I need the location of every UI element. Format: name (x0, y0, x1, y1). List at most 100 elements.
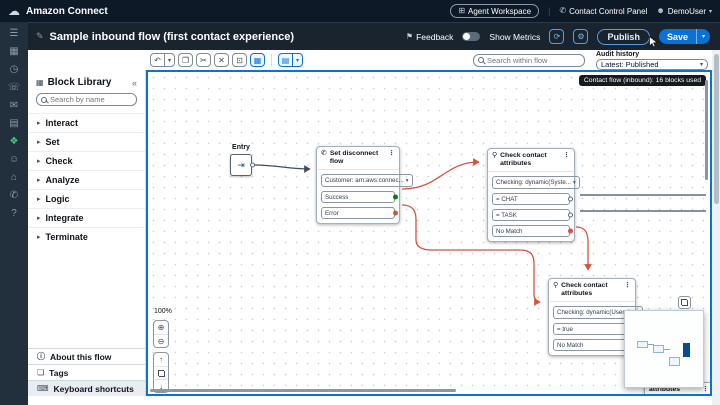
output-no-match[interactable]: No Match (492, 225, 570, 237)
flow-search-input[interactable] (487, 56, 580, 65)
output-error[interactable]: Error (321, 207, 395, 219)
messaging-icon[interactable]: ✉ (10, 101, 18, 111)
check-attributes-icon: ⚲ (553, 282, 558, 290)
flow-toolbar: ↶ ▾ ❐ ✂ ✕ ⊡ ▦ ▤ ▾ Audit history Latest: … (28, 50, 712, 70)
show-metrics-toggle[interactable] (462, 32, 480, 41)
category-analyze[interactable]: ▸Analyze (28, 170, 145, 189)
undo-menu-button[interactable]: ▾ (165, 53, 175, 67)
output-chat[interactable]: = CHAT (492, 193, 570, 205)
check-attributes-icon: ⚲ (492, 152, 497, 160)
flow-search (473, 54, 585, 67)
feedback-button[interactable]: ⚑ Feedback (406, 32, 454, 42)
entry-block[interactable]: Entry ⇥ (224, 144, 258, 176)
category-terminate[interactable]: ▸Terminate (28, 227, 145, 246)
output-task[interactable]: = TASK (492, 209, 570, 221)
output-label: = CHAT (496, 196, 518, 203)
block-body: Customer: arn:aws:connec... ▾ Success Er… (317, 170, 399, 223)
search-icon (478, 57, 484, 63)
help-icon[interactable]: ? (11, 209, 17, 219)
category-interact[interactable]: ▸Interact (28, 113, 145, 132)
layout-button[interactable]: ▤ (278, 53, 293, 67)
output-connector[interactable] (568, 197, 573, 202)
users-icon[interactable]: ☺ (9, 155, 19, 165)
category-integrate[interactable]: ▸Integrate (28, 208, 145, 227)
page-scrollbar-thumb[interactable] (714, 54, 719, 204)
save-button[interactable]: Save (659, 29, 696, 44)
category-label: Terminate (46, 232, 88, 242)
output-success[interactable]: Success (321, 191, 395, 203)
snap-grid-button[interactable]: ▦ (250, 53, 265, 67)
audit-history-select[interactable]: Latest: Published ▾ (596, 59, 708, 70)
edit-title-icon[interactable]: ✎ (36, 31, 44, 42)
about-this-flow-button[interactable]: ⓘAbout this flow (28, 348, 145, 364)
cut-button[interactable]: ✂ (196, 53, 211, 67)
entry-node[interactable]: ⇥ (230, 154, 252, 176)
category-check[interactable]: ▸Check (28, 151, 145, 170)
page-scrollbar[interactable] (712, 50, 720, 405)
zoom-in-icon[interactable]: ⊕ (154, 321, 168, 334)
delete-button[interactable]: ✕ (214, 53, 229, 67)
zoom-out-icon[interactable]: ⊖ (154, 334, 168, 347)
pan-up-icon[interactable]: ↑ (154, 353, 168, 366)
block-parameter-select[interactable]: Checking: dynamic(Syste... ▾ (492, 176, 580, 189)
keyboard-shortcuts-button[interactable]: ⌨Keyboard shortcuts (28, 380, 145, 396)
sync-button[interactable]: ⟳ (549, 29, 564, 44)
canvas-horizontal-scrollbar[interactable] (150, 389, 456, 392)
output-label: = TASK (496, 212, 517, 219)
dashboard-icon[interactable]: ▦ (9, 47, 18, 57)
user-menu[interactable]: ☻ DemoUser ▾ (656, 7, 712, 16)
menu-icon[interactable]: ☰ (10, 29, 19, 39)
publish-button[interactable]: Publish (597, 29, 650, 45)
library-search-input[interactable] (50, 95, 132, 104)
save-menu-button[interactable]: ▾ (696, 29, 710, 44)
canvas-vertical-scrollbar[interactable] (705, 80, 708, 180)
block-parameter-select[interactable]: Customer: arn:aws:connec... ▾ (321, 174, 413, 187)
undo-button[interactable]: ↶ (150, 53, 165, 67)
modules-icon[interactable]: ⌂ (11, 173, 17, 183)
output-label: No Match (557, 342, 583, 349)
app-title: Amazon Connect (26, 6, 108, 17)
collapse-panel-icon[interactable]: « (132, 78, 137, 88)
minimap-block (669, 357, 680, 366)
check-contact-attributes-block-2[interactable]: ⚲ Check contact attributes ⋮ Checking: d… (548, 278, 636, 356)
output-true[interactable]: = true (553, 323, 631, 335)
output-no-match[interactable]: No Match (553, 339, 631, 351)
category-set[interactable]: ▸Set (28, 132, 145, 151)
fit-view-button[interactable]: ⊡ (232, 53, 247, 67)
block-body: Checking: dynamic(Syste... ▾ = CHAT = TA… (488, 172, 574, 241)
tags-button[interactable]: ❏Tags (28, 364, 145, 380)
flows-icon[interactable]: ❖ (10, 137, 19, 147)
agent-workspace-button[interactable]: ⊞ Agent Workspace (450, 4, 539, 18)
output-connector[interactable] (568, 229, 573, 234)
library-icon: ▦ (36, 78, 44, 87)
output-connector[interactable] (393, 195, 398, 200)
output-connector[interactable] (393, 211, 398, 216)
block-menu-icon[interactable]: ⋮ (563, 152, 570, 159)
category-logic[interactable]: ▸Logic (28, 189, 145, 208)
calls-icon[interactable]: ✆ (10, 191, 18, 201)
toolbar-divider (271, 54, 272, 66)
copy-button[interactable]: ❐ (178, 53, 193, 67)
amazon-connect-logo-icon: ☁ (8, 5, 20, 17)
output-connector[interactable] (568, 213, 573, 218)
flow-canvas[interactable]: Contact flow (inbound): 16 blocks used E… (146, 70, 712, 396)
history-icon[interactable]: ◷ (10, 65, 19, 75)
check-contact-attributes-block-1[interactable]: ⚲ Check contact attributes ⋮ Checking: d… (487, 148, 575, 242)
set-disconnect-flow-block[interactable]: ✆ Set disconnect flow ⋮ Customer: arn:aw… (316, 146, 400, 224)
block-menu-icon[interactable]: ⋮ (624, 282, 631, 289)
settings-button[interactable]: ⚙ (573, 29, 588, 44)
topbar-divider: | (548, 6, 550, 16)
block-library-panel: ▦ Block Library « ▸Interact ▸Set ▸Check … (28, 70, 146, 396)
fit-screen-icon[interactable] (154, 366, 168, 379)
block-title: Check contact attributes (561, 282, 621, 298)
parameter-value: Checking: dynamic(Syste... (496, 179, 571, 186)
layout-menu-button[interactable]: ▾ (293, 53, 303, 67)
block-menu-icon[interactable]: ⋮ (388, 150, 395, 157)
fit-screen-glyph (158, 370, 165, 377)
minimap[interactable] (624, 310, 704, 388)
output-connector[interactable] (250, 163, 255, 168)
routing-icon[interactable]: ☏ (8, 83, 21, 93)
minimap-expand-icon[interactable] (678, 296, 691, 309)
contact-control-panel-button[interactable]: ✆ Contact Control Panel (559, 7, 647, 16)
metrics-icon[interactable]: ▤ (9, 119, 18, 129)
